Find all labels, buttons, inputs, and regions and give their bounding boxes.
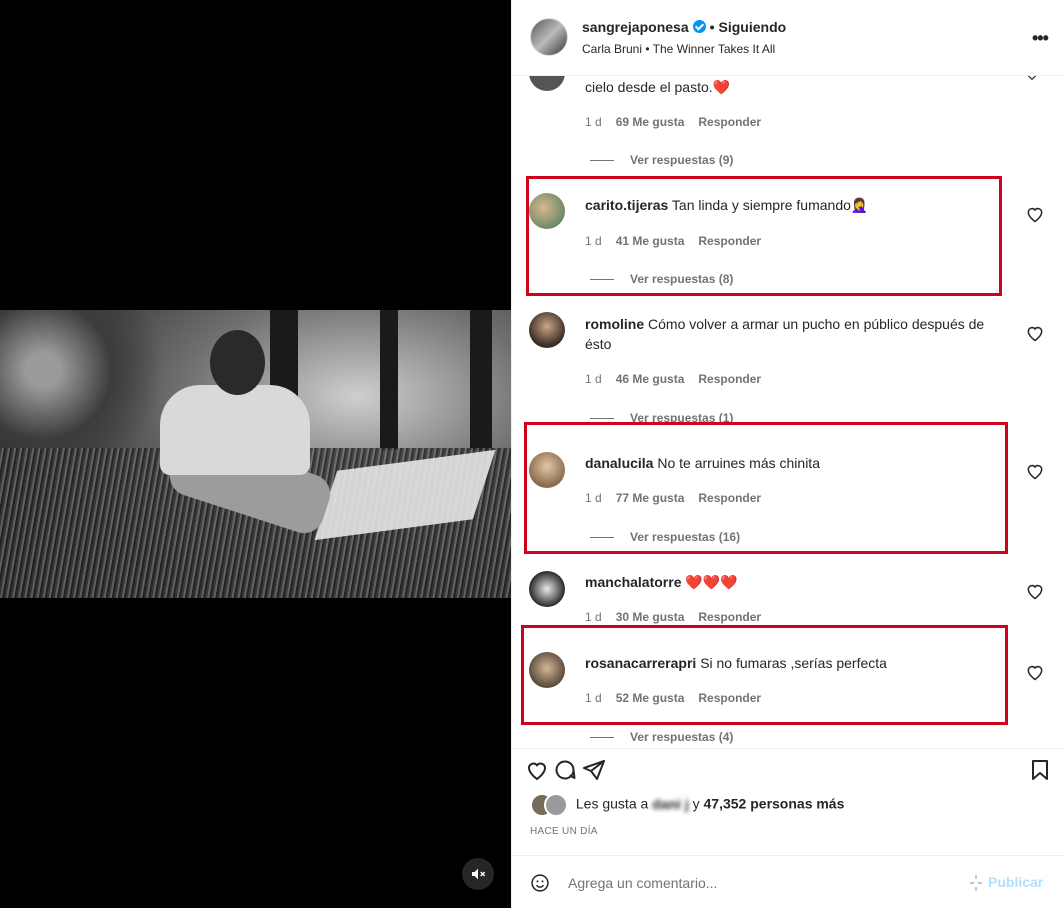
likes-connector: y (692, 795, 700, 812)
comment-text: ❤️❤️❤️ (685, 574, 738, 590)
heart-icon[interactable] (1025, 662, 1045, 682)
comment-username[interactable]: rosanacarrerapri (585, 655, 696, 671)
comment-time[interactable]: 1 d (585, 610, 602, 624)
share-icon[interactable] (582, 758, 606, 782)
avatar[interactable] (529, 312, 565, 348)
likes-summary: Les gusta a dani j y 47,352 personas más (530, 793, 844, 817)
muted-speaker-icon (472, 868, 486, 880)
avatar[interactable] (529, 652, 565, 688)
avatar[interactable] (529, 571, 565, 607)
comment-time[interactable]: 1 d (585, 234, 602, 248)
comment-likes[interactable]: 41 Me gusta (616, 234, 685, 248)
comment-time[interactable]: 1 d (585, 491, 602, 505)
liker-username[interactable]: dani j (652, 796, 689, 812)
post-header: sangrejaponesa • Siguiendo Carla Bruni • T… (512, 0, 1064, 76)
author-avatar[interactable] (530, 18, 568, 56)
video-player[interactable] (0, 0, 511, 908)
highlight-box (521, 625, 1008, 725)
view-replies-button[interactable]: Ver respuestas (8) (590, 272, 733, 286)
comment-likes[interactable]: 46 Me gusta (616, 372, 685, 386)
comment-input[interactable] (568, 872, 948, 894)
comment-username[interactable]: carito.tijeras (585, 197, 668, 213)
comment-text: Tan linda y siempre fumando🤦‍♀️ (671, 197, 869, 213)
view-replies-button[interactable]: Ver respuestas (16) (590, 530, 740, 544)
view-replies-button[interactable]: Ver respuestas (4) (590, 730, 733, 744)
post-timestamp[interactable]: HACE UN DÍA (530, 826, 598, 837)
audio-track[interactable]: Carla Bruni • The Winner Takes It All (582, 42, 775, 56)
heart-icon[interactable] (1025, 204, 1045, 224)
heart-icon[interactable] (525, 758, 549, 782)
add-comment-bar: Publicar (512, 855, 1064, 910)
comment-likes[interactable]: 30 Me gusta (616, 610, 685, 624)
author-username[interactable]: sangrejaponesa (582, 19, 689, 35)
loading-icon (970, 875, 982, 891)
view-replies-button[interactable]: Ver respuestas (9) (590, 153, 733, 167)
post-panel: sangrejaponesa • Siguiendo Carla Bruni • T… (511, 0, 1064, 909)
comment-icon[interactable] (553, 758, 577, 782)
comment-username[interactable]: danalucila (585, 455, 653, 471)
reply-button[interactable]: Responder (698, 610, 761, 624)
avatar (544, 793, 568, 817)
reply-button[interactable]: Responder (698, 115, 761, 129)
reply-button[interactable]: Responder (698, 691, 761, 705)
comment-text: Cómo volver a armar un pucho en público … (585, 316, 985, 352)
comment-likes[interactable]: 69 Me gusta (616, 115, 685, 129)
comment-time[interactable]: 1 d (585, 372, 602, 386)
avatar[interactable] (529, 193, 565, 229)
emoji-icon[interactable] (530, 873, 550, 893)
publish-button[interactable]: Publicar (970, 874, 1043, 891)
heart-icon[interactable] (1025, 461, 1045, 481)
verified-badge-icon (692, 20, 706, 33)
avatar[interactable] (529, 452, 565, 488)
follow-status[interactable]: Siguiendo (719, 19, 787, 35)
heart-icon[interactable] (1025, 323, 1045, 343)
comment-text: No te arruines más chinita (657, 455, 820, 471)
comment-text: Si no fumaras ,serías perfecta (700, 655, 887, 671)
comment-time[interactable]: 1 d (585, 115, 602, 129)
likes-count[interactable]: 47,352 personas más (704, 796, 845, 812)
video-frame (0, 310, 511, 598)
likes-prefix: Les gusta a (575, 795, 649, 812)
comment-text: cielo desde el pasto.❤️ (585, 79, 731, 95)
comment-username[interactable]: manchalatorre (585, 574, 681, 590)
more-options-icon[interactable]: ••• (1032, 28, 1049, 49)
view-replies-button[interactable]: Ver respuestas (1) (590, 411, 733, 425)
comment-username[interactable]: romoline (585, 316, 644, 332)
comment-likes[interactable]: 77 Me gusta (616, 491, 685, 505)
post-actions: Les gusta a dani j y 47,352 personas más… (512, 748, 1064, 909)
reply-button[interactable]: Responder (698, 491, 761, 505)
reply-button[interactable]: Responder (698, 372, 761, 386)
heart-icon[interactable] (1025, 581, 1045, 601)
mute-button[interactable] (462, 858, 494, 890)
bookmark-icon[interactable] (1028, 758, 1052, 782)
comment-likes[interactable]: 52 Me gusta (616, 691, 685, 705)
comment-time[interactable]: 1 d (585, 691, 602, 705)
reply-button[interactable]: Responder (698, 234, 761, 248)
